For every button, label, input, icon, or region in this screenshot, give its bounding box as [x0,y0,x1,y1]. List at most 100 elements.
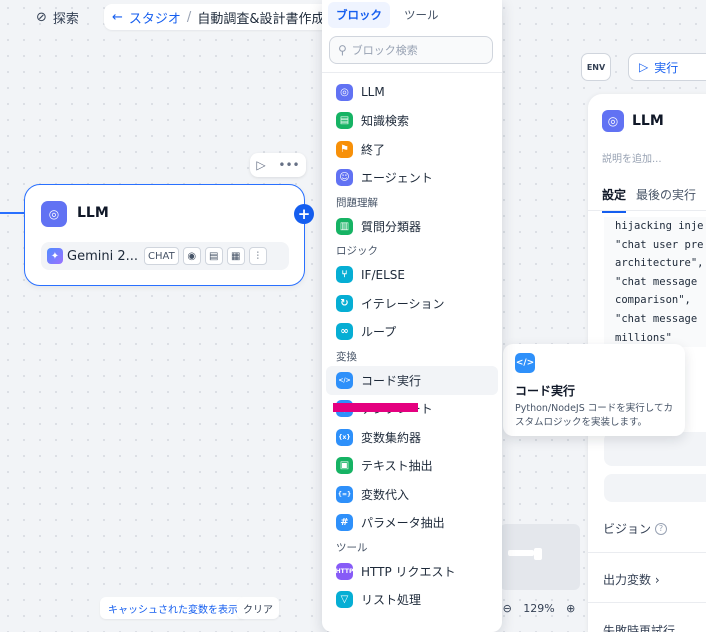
run-label: 実行 [654,60,679,75]
block-item[interactable]: ◎ LLM [326,78,498,107]
block-item-label: 変数代入 [361,487,410,502]
tab-tools[interactable]: ツール [396,2,447,28]
zoom-level[interactable]: 129% [523,602,554,615]
panel-tabs: 設定 最後の実行 [602,186,696,213]
agent-icon: ☺ [336,169,353,187]
block-item[interactable]: ▥ 質問分類器 [326,212,498,241]
model-selector[interactable]: ✦ Gemini 2... CHAT ◉ ▤ ▦ ⫶ [41,242,289,270]
zoom-in-icon[interactable]: ⊕ [566,602,575,615]
block-group-label: ツール [336,541,368,554]
block-item-label: ループ [361,325,397,340]
block-item[interactable]: ∞ ループ [326,318,498,347]
block-picker-tabs: ブロック ツール [322,0,502,30]
tab-last-run[interactable]: 最後の実行 [636,186,696,213]
output-variables-toggle[interactable]: 出力変数 › [603,571,660,588]
audio-icon: ⫶ [248,247,267,265]
tab-settings[interactable]: 設定 [602,186,627,213]
search-icon: ⚲ [338,43,347,57]
block-item[interactable]: {=} 変数代入 [326,480,498,509]
block-item[interactable]: </> コード実行 [326,366,498,395]
block-item[interactable]: ▽ リスト処理 [326,586,498,615]
block-group-label: 問題理解 [336,196,378,209]
zoom-out-icon[interactable]: ⊖ [503,602,512,615]
explore-label: 探索 [52,12,79,27]
run-button[interactable]: ▷ 実行 [628,53,706,81]
block-item-label: コード実行 [361,373,422,388]
studio-label: スタジオ [128,11,181,27]
back-to-studio-link[interactable]: ← スタジオ [112,8,181,27]
tooltip-description: Python/NodeJS コードを実行してカスタムロジックを実装します。 [515,403,673,428]
env-button[interactable]: ENV [581,53,611,81]
add-message-box[interactable] [604,474,706,502]
help-icon[interactable]: ? [655,522,668,535]
block-item-label: 知識検索 [361,114,410,129]
prompt-code-editor[interactable]: hijacking inje "chat user pre architecture… [604,217,706,347]
more-icon[interactable]: ••• [278,158,299,172]
llm-node[interactable]: ◎ LLM ✦ Gemini 2... CHAT ◉ ▤ ▦ ⫶ [24,184,305,286]
llm-node-icon: ◎ [41,201,67,227]
breadcrumb-separator: / [186,9,192,25]
block-search-input[interactable] [351,43,482,57]
breadcrumb: ← スタジオ / 自動調査&設計書作成 [104,4,333,30]
zoom-controls: ⊖ 129% ⊕ [497,596,581,620]
block-item-label: リスト処理 [361,593,422,608]
http-icon: HTTP [336,562,353,580]
image-icon: ▦ [226,247,245,265]
block-item[interactable]: ▤ 知識検索 [326,107,498,136]
block-item[interactable]: ⑂ IF/ELSE [326,261,498,290]
block-picker-dropdown: ブロック ツール ⚲ ◎ LLM ▤ 知識検索 ⚑ 終了 ☺ エージェント問題理解 ▥ 質問分類器… [322,0,502,632]
block-item[interactable]: # パラメータ抽出 [326,509,498,538]
block-item[interactable]: ↻ イテレーション [326,289,498,318]
block-tooltip: </> コード実行 Python/NodeJS コードを実行してカスタムロジック… [503,344,685,436]
eye-icon: ◉ [182,247,201,265]
classifier-icon: ▥ [336,217,353,235]
block-item-label: パラメータ抽出 [361,516,445,531]
panel-title[interactable]: LLM [632,113,664,129]
block-item-label: IF/ELSE [361,267,405,282]
block-item[interactable]: {x} 変数集約器 [326,423,498,452]
block-item[interactable]: HTTP HTTP リクエスト [326,557,498,586]
clear-button[interactable]: クリア [237,597,279,619]
arrow-left-icon: ← [112,9,123,25]
show-cached-variables-button[interactable]: キャッシュされた変数を表示 [100,597,246,619]
explore-icon: ⊘ [36,10,47,25]
mode-chip: CHAT [144,247,179,265]
code-line: hijacking inje [615,220,704,232]
minimap[interactable] [500,524,580,590]
code-line: "chat message [615,275,698,288]
variable-box[interactable] [604,432,706,466]
block-item-label: エージェント [361,171,433,186]
block-item[interactable]: ⚑ 終了 [326,135,498,164]
block-group-label: 変換 [336,350,357,363]
block-item-label: HTTP リクエスト [361,564,456,579]
block-item-label: テキスト抽出 [361,459,433,474]
code-line: "chat user pre [615,238,704,251]
model-name: Gemini 2... [67,248,138,264]
block-item-label: 質問分類器 [361,219,422,234]
iteration-icon: ↻ [336,294,353,312]
vision-setting: ビジョン ? [603,520,668,537]
divider [322,72,502,73]
tab-blocks[interactable]: ブロック [328,2,390,28]
app-title[interactable]: 自動調査&設計書作成 [197,8,324,27]
minimap-node [508,550,534,556]
block-item[interactable]: ▣ テキスト抽出 [326,452,498,481]
description-field[interactable]: 説明を追加... [602,150,662,165]
block-item-label: イテレーション [361,296,445,311]
block-item-label: 終了 [361,142,386,157]
document-icon: ▤ [204,247,223,265]
llm-icon: ◎ [336,83,353,101]
knowledge-icon: ▤ [336,112,353,130]
list-icon: ▽ [336,591,353,609]
add-next-node-button[interactable]: + [294,204,314,224]
tooltip-title: コード実行 [515,384,576,398]
block-item-label: 変数集約器 [361,430,422,445]
explore-link[interactable]: ⊘ 探索 [36,8,79,27]
tab-divider [588,210,706,211]
highlight-marker [333,403,418,412]
block-item[interactable]: ☺ エージェント [326,164,498,193]
block-search: ⚲ [329,36,493,64]
run-node-icon[interactable]: ▷ [256,158,265,172]
node-toolbar: ▷ ••• [250,153,306,177]
parameter-icon: # [336,514,353,532]
